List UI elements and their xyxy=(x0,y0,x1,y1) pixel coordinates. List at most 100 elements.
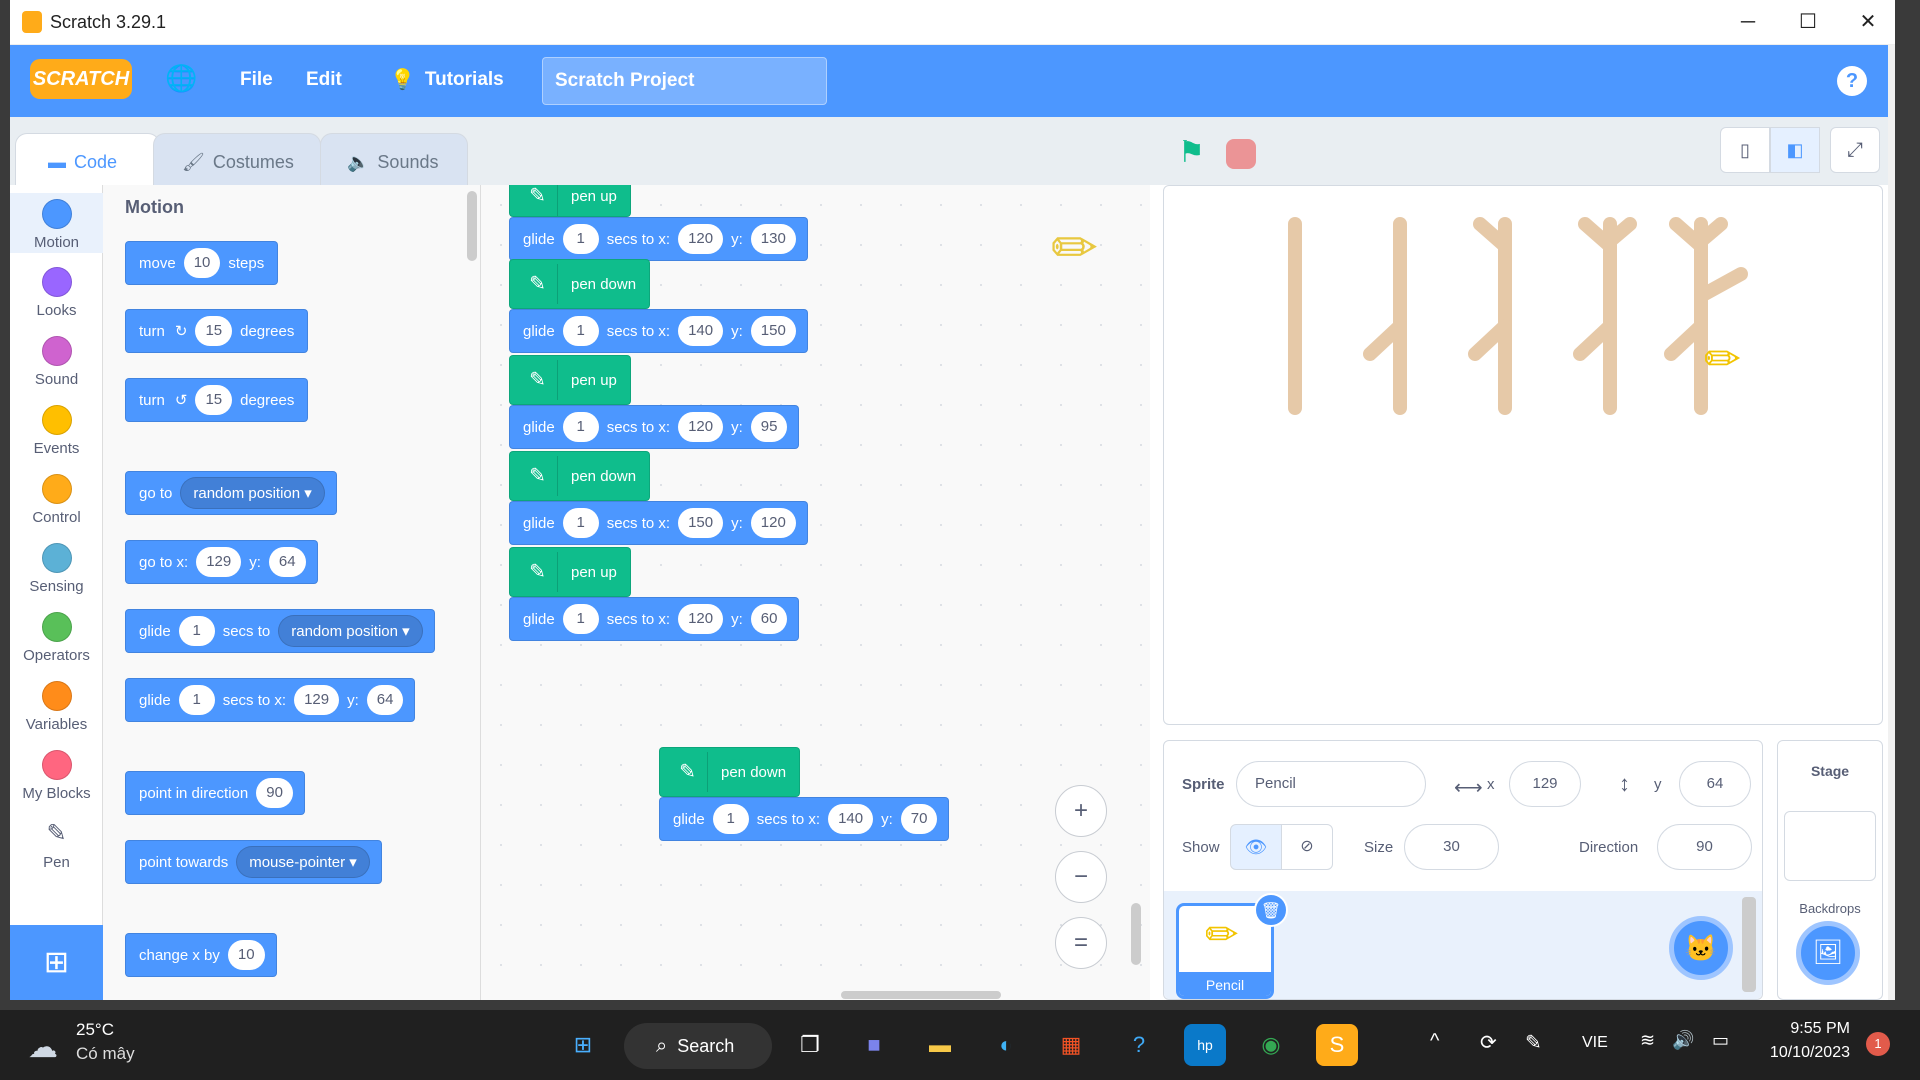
pencil-sprite-icon[interactable]: ✏ xyxy=(1704,334,1741,385)
x-input[interactable]: 120 xyxy=(678,604,724,634)
secs-input[interactable]: 1 xyxy=(562,412,599,442)
y-input[interactable]: 70 xyxy=(900,804,938,834)
choose-sprite-icon[interactable]: 🐱 xyxy=(1669,916,1733,980)
pen-up-block[interactable]: ✎ pen up xyxy=(509,547,631,597)
language-indicator[interactable]: VIE xyxy=(1582,1034,1608,1052)
myhp-icon[interactable]: hp xyxy=(1184,1024,1226,1066)
task-view-icon[interactable]: ❐ xyxy=(789,1024,831,1066)
stage-thumbnail[interactable] xyxy=(1784,811,1876,881)
x-input[interactable]: 120 xyxy=(678,412,724,442)
target-dropdown[interactable]: random position ▾ xyxy=(278,615,423,647)
add-extension-button[interactable]: ⊞ xyxy=(10,925,103,1000)
point-towards-block[interactable]: point towards mouse-pointer ▾ xyxy=(125,840,382,884)
go-to-block[interactable]: go to random position ▾ xyxy=(125,471,337,515)
towards-dropdown[interactable]: mouse-pointer ▾ xyxy=(236,846,370,878)
weather-temp[interactable]: 25°C xyxy=(76,1020,114,1040)
stop-icon[interactable] xyxy=(1226,139,1256,169)
x-input[interactable]: 150 xyxy=(678,508,724,538)
secs-input[interactable]: 1 xyxy=(562,604,599,634)
pen-down-block[interactable]: ✎ pen down xyxy=(509,451,651,501)
secs-input[interactable]: 1 xyxy=(178,685,215,715)
volume-icon[interactable]: 🔊 xyxy=(1672,1030,1694,1051)
weather-desc[interactable]: Có mây xyxy=(76,1044,135,1064)
palette-scrollbar[interactable] xyxy=(467,191,477,261)
chrome-icon[interactable]: ◉ xyxy=(1250,1024,1292,1066)
glide-block[interactable]: glide 1 secs to x: 140 y: 70 xyxy=(659,797,950,841)
glide-block[interactable]: glide 1 secs to x: 120 y: 95 xyxy=(509,405,800,449)
file-menu[interactable]: File xyxy=(240,69,273,91)
stage-canvas[interactable]: ✏ xyxy=(1163,185,1883,725)
help-button[interactable]: ? xyxy=(1837,66,1867,96)
target-dropdown[interactable]: random position ▾ xyxy=(180,477,325,509)
sprite-list-scrollbar[interactable] xyxy=(1742,897,1756,992)
secs-input[interactable]: 1 xyxy=(562,224,599,254)
glide-xy-block[interactable]: glide 1 secs to x: 129 y: 64 xyxy=(125,678,416,722)
category-events[interactable]: Events xyxy=(10,405,103,457)
scratch-logo[interactable]: SCRATCH xyxy=(30,59,132,99)
y-input[interactable]: 64 xyxy=(1679,761,1751,807)
glide-block[interactable]: glide 1 secs to x: 120 y: 60 xyxy=(509,597,800,641)
size-input[interactable]: 30 xyxy=(1404,824,1499,870)
x-input[interactable]: 140 xyxy=(678,316,724,346)
normal-stage-button[interactable]: ◧ xyxy=(1770,127,1820,173)
turn-left-block[interactable]: turn ↺ 15 degrees xyxy=(125,378,309,422)
pen-down-block[interactable]: ✎ pen down xyxy=(509,259,651,309)
choose-backdrop-icon[interactable]: 🖼 xyxy=(1796,921,1860,985)
secs-input[interactable]: 1 xyxy=(562,316,599,346)
glide-to-block[interactable]: glide 1 secs to random position ▾ xyxy=(125,609,435,653)
sync-icon[interactable]: ⟳ xyxy=(1480,1030,1497,1055)
window-scrollbar[interactable] xyxy=(1888,45,1895,1000)
pen-up-block[interactable]: ✎ pen up xyxy=(509,355,631,405)
y-input[interactable]: 120 xyxy=(750,508,796,538)
pen-down-block[interactable]: ✎ pen down xyxy=(659,747,801,797)
green-flag-icon[interactable]: ⚑ xyxy=(1178,135,1205,170)
y-input[interactable]: 150 xyxy=(750,316,796,346)
windows-start-icon[interactable]: ⊞ xyxy=(562,1024,604,1066)
edge-icon[interactable]: ◐ xyxy=(985,1024,1027,1066)
show-visible-button[interactable]: 👁 xyxy=(1230,824,1282,870)
tab-code[interactable]: ▬ Code xyxy=(15,133,160,189)
y-input[interactable]: 60 xyxy=(750,604,788,634)
delete-sprite-icon[interactable]: 🗑 xyxy=(1254,893,1288,927)
category-operators[interactable]: Operators xyxy=(10,612,103,664)
x-input[interactable]: 120 xyxy=(678,224,724,254)
help-app-icon[interactable]: ? xyxy=(1118,1024,1160,1066)
close-button[interactable]: ✕ xyxy=(1848,8,1888,36)
workspace-vscrollbar[interactable] xyxy=(1131,903,1141,965)
script-workspace[interactable]: ✎ pen up glide 1 secs to x: 120 y: 130 ✎ pen do… xyxy=(481,185,1150,1000)
x-input[interactable]: 129 xyxy=(196,547,242,577)
turn-right-block[interactable]: turn ↻ 15 degrees xyxy=(125,309,309,353)
pen-up-block[interactable]: ✎ pen up xyxy=(509,185,631,217)
glide-block[interactable]: glide 1 secs to x: 140 y: 150 xyxy=(509,309,808,353)
go-to-xy-block[interactable]: go to x: 129 y: 64 xyxy=(125,540,318,584)
wifi-icon[interactable]: ≋ xyxy=(1640,1030,1655,1051)
store-icon[interactable]: ▦ xyxy=(1050,1024,1092,1066)
y-input[interactable]: 95 xyxy=(750,412,788,442)
taskbar-search[interactable]: ⌕ Search xyxy=(624,1023,772,1069)
move-block[interactable]: move 10 steps xyxy=(125,241,279,285)
x-input[interactable]: 140 xyxy=(828,804,874,834)
chevron-up-icon[interactable]: ^ xyxy=(1430,1030,1439,1053)
secs-input[interactable]: 1 xyxy=(712,804,749,834)
category-motion[interactable]: Motion xyxy=(10,193,103,253)
file-explorer-icon[interactable]: ▬ xyxy=(919,1024,961,1066)
change-x-block[interactable]: change x by 10 xyxy=(125,933,277,977)
maximize-button[interactable]: ☐ xyxy=(1788,8,1828,36)
battery-icon[interactable]: ▭ xyxy=(1712,1030,1729,1051)
tab-costumes[interactable]: 🖌 Costumes xyxy=(153,133,321,189)
zoom-reset-button[interactable]: = xyxy=(1055,917,1107,969)
teams-icon[interactable]: ■ xyxy=(853,1024,895,1066)
direction-input[interactable]: 90 xyxy=(256,778,293,808)
workspace-hscrollbar[interactable] xyxy=(841,991,1001,999)
x-input[interactable]: 129 xyxy=(294,685,340,715)
point-direction-block[interactable]: point in direction 90 xyxy=(125,771,305,815)
zoom-in-button[interactable]: + xyxy=(1055,785,1107,837)
category-variables[interactable]: Variables xyxy=(10,681,103,733)
secs-input[interactable]: 1 xyxy=(562,508,599,538)
notification-badge[interactable]: 1 xyxy=(1866,1032,1890,1056)
category-looks[interactable]: Looks xyxy=(10,267,103,319)
x-input[interactable]: 129 xyxy=(1509,761,1581,807)
clock-date[interactable]: 10/10/2023 xyxy=(1750,1044,1850,1062)
secs-input[interactable]: 1 xyxy=(178,616,215,646)
degrees-input[interactable]: 15 xyxy=(195,316,233,346)
